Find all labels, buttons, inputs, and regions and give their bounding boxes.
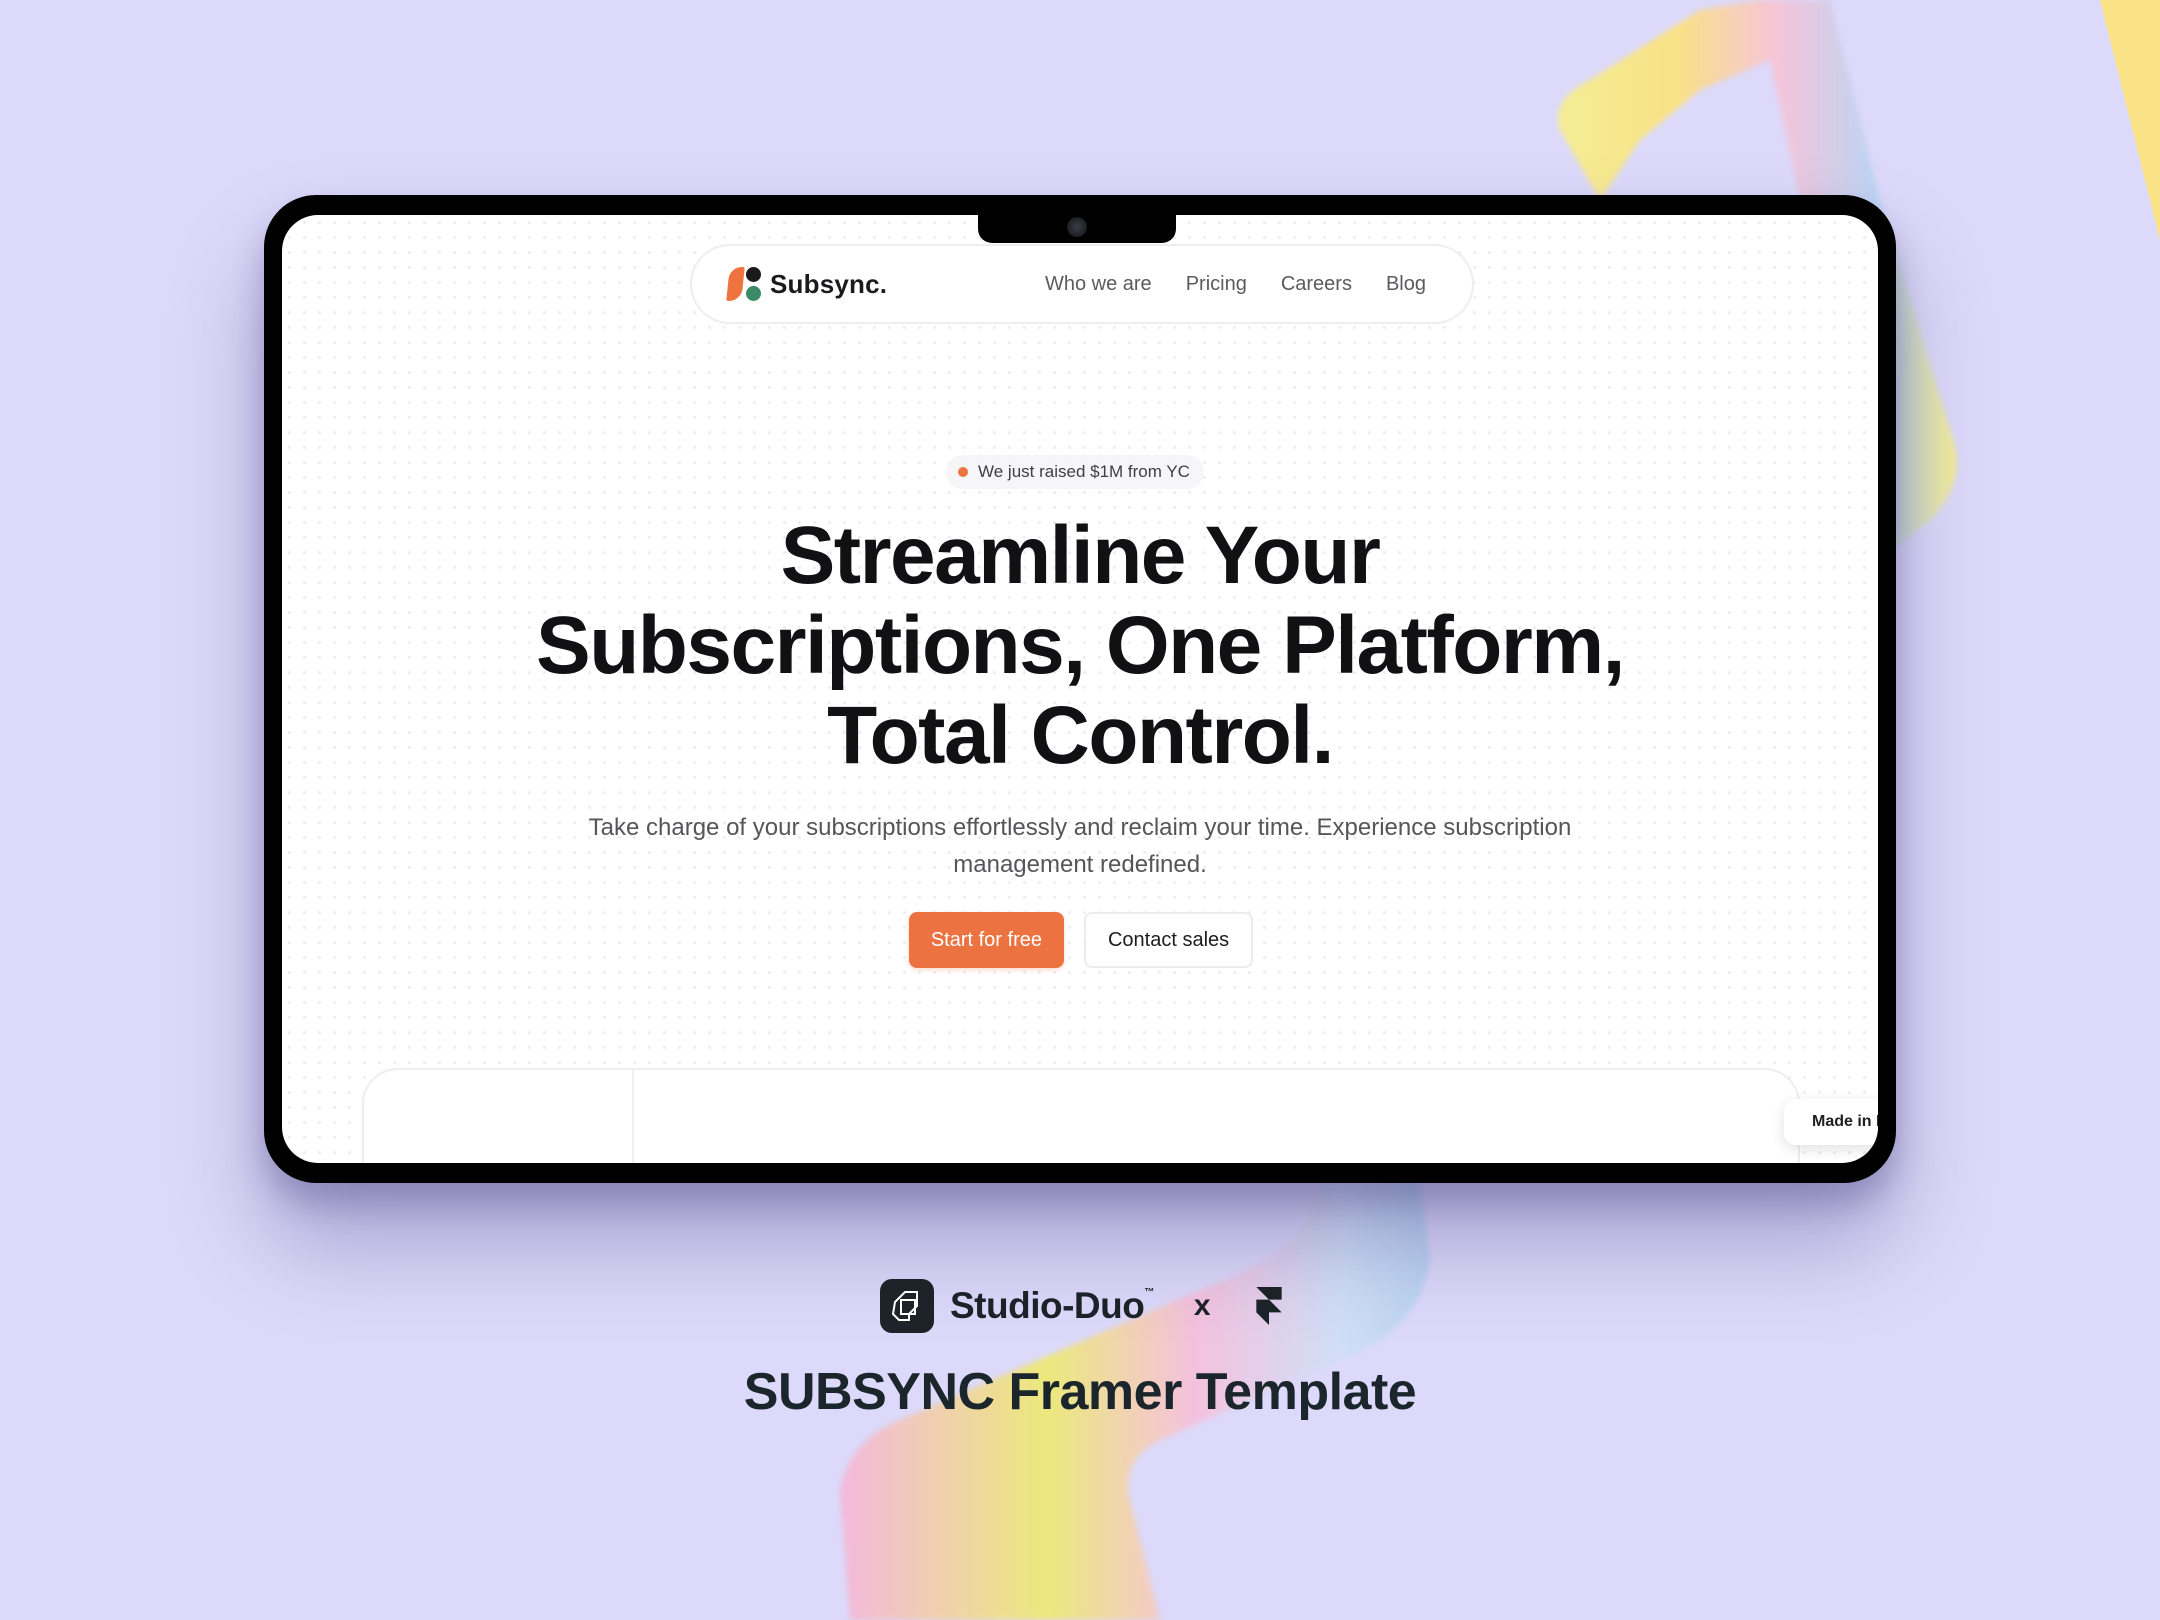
device-notch	[978, 213, 1176, 243]
headline-line-1: Streamline Your	[780, 510, 1381, 601]
hero-subheadline: Take charge of your subscriptions effort…	[588, 814, 1572, 878]
collab-cross: x	[1193, 1289, 1211, 1322]
trademark-symbol: ™	[1144, 1287, 1154, 1298]
nav-links: Who we are Pricing Careers Blog	[1045, 273, 1436, 296]
hero-headline: Streamline Your Subscriptions, One Platf…	[282, 511, 1878, 781]
studio-name: Studio-Duo™	[950, 1285, 1154, 1327]
announcement-badge[interactable]: We just raised $1M from YC	[946, 455, 1204, 489]
nav-link-pricing[interactable]: Pricing	[1186, 273, 1247, 296]
nav-link-careers[interactable]: Careers	[1281, 273, 1352, 296]
subsync-logo[interactable]: Subsync.	[726, 267, 888, 301]
headline-line-3: Total Control.	[827, 690, 1334, 781]
website-screen: Subsync. Who we are Pricing Careers Blog…	[282, 215, 1878, 1163]
template-title: SUBSYNC Framer Template	[743, 1363, 1417, 1421]
navbar: Subsync. Who we are Pricing Careers Blog	[690, 244, 1474, 324]
studio-branding: Studio-Duo™ x	[880, 1279, 1283, 1333]
headline-line-2: Subscriptions, One Platform,	[536, 600, 1625, 691]
framer-logo-icon	[1255, 1287, 1282, 1325]
preview-sidebar-divider	[632, 1070, 634, 1163]
badge-text: We just raised $1M from YC	[978, 462, 1190, 481]
dashboard-preview-card	[362, 1068, 1800, 1163]
nav-link-blog[interactable]: Blog	[1386, 273, 1426, 296]
studio-name-text: Studio-Duo	[950, 1285, 1145, 1326]
status-dot-icon	[958, 467, 968, 477]
logo-text: Subsync.	[770, 268, 888, 299]
start-for-free-button[interactable]: Start for free	[908, 912, 1064, 968]
made-in-text: Made in Framer	[1812, 1113, 1878, 1130]
nav-link-who-we-are[interactable]: Who we are	[1045, 273, 1152, 296]
subsync-logo-icon	[726, 267, 762, 301]
contact-sales-button[interactable]: Contact sales	[1083, 912, 1254, 968]
cta-buttons: Start for free Contact sales	[282, 912, 1878, 968]
tablet-mockup: Subsync. Who we are Pricing Careers Blog…	[264, 195, 1896, 1183]
studio-duo-logo-icon	[880, 1279, 934, 1333]
camera-icon	[1067, 217, 1087, 237]
made-in-framer-badge[interactable]: Made in Framer	[1784, 1099, 1878, 1145]
